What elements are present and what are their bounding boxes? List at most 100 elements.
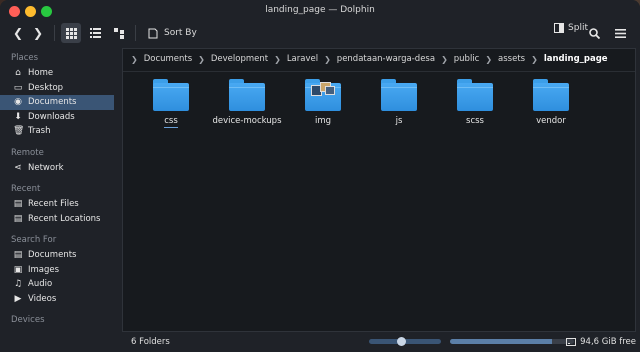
split-view-icon xyxy=(554,23,565,33)
file-view[interactable]: ❯ Documents ❯ Development ❯ Laravel ❯ pe… xyxy=(122,48,636,332)
sidebar-item-label: Documents xyxy=(28,97,77,108)
sidebar-item-label: Trash xyxy=(28,126,51,137)
back-button[interactable]: ❮ xyxy=(8,23,28,43)
sidebar-item-label: Downloads xyxy=(28,111,75,122)
folder-icon xyxy=(229,79,265,111)
folder-icon xyxy=(533,79,569,111)
toolbar: ❮ ❯ Sort By Split xyxy=(0,20,640,46)
folder-item-scss[interactable]: scss xyxy=(440,79,510,126)
sidebar-item-label: Videos xyxy=(28,293,57,304)
folder-name: vendor xyxy=(536,116,566,126)
sort-by-button[interactable]: Sort By xyxy=(148,28,197,39)
sidebar-item-label: Audio xyxy=(28,279,53,290)
breadcrumb-separator-icon: ❯ xyxy=(485,54,493,64)
breadcrumb-item[interactable]: Laravel xyxy=(287,54,318,64)
zoom-slider-handle[interactable] xyxy=(397,337,407,346)
sidebar-item-documents[interactable]: ◉ Documents xyxy=(0,95,114,110)
search-button[interactable] xyxy=(584,23,604,43)
folder-item-vendor[interactable]: vendor xyxy=(516,79,586,126)
dolphin-window: landing_page — Dolphin ❮ ❯ Sort By Split xyxy=(0,0,640,352)
devices-section-title: Devices xyxy=(11,315,45,325)
breadcrumb-separator-icon: ❯ xyxy=(131,54,138,64)
window-controls xyxy=(9,6,52,17)
hamburger-menu-icon xyxy=(614,28,626,38)
sidebar-item-label: Recent Locations xyxy=(28,213,101,224)
home-icon: ⌂ xyxy=(15,68,21,79)
sidebar-item-label: Documents xyxy=(28,250,77,261)
grid-view-icon xyxy=(65,27,77,39)
downloads-icon: ⬇ xyxy=(14,111,22,122)
breadcrumb-separator-icon: ❯ xyxy=(274,54,281,64)
folder-name: js xyxy=(395,116,403,126)
videos-icon: ▶ xyxy=(14,293,22,304)
folder-name: img xyxy=(314,116,332,126)
places-section-title: Places xyxy=(11,53,39,63)
search-documents-icon: ▤ xyxy=(13,250,23,261)
sort-icon xyxy=(148,28,158,38)
breadcrumb-item[interactable]: assets xyxy=(498,54,525,64)
split-button[interactable]: Split xyxy=(554,23,588,33)
breadcrumb-separator-icon: ❯ xyxy=(198,54,205,64)
sidebar-item-label: Network xyxy=(28,162,64,173)
folder-item-css[interactable]: css xyxy=(136,79,206,128)
sidebar-item-home[interactable]: ⌂ Home xyxy=(0,66,118,81)
zoom-slider[interactable] xyxy=(369,337,441,346)
sidebar-item-audio[interactable]: ♫ Audio xyxy=(0,277,118,292)
breadcrumb-item[interactable]: pendataan-warga-desa xyxy=(337,54,435,64)
search-icon xyxy=(588,27,600,39)
sidebar-item-recent-files[interactable]: ▤ Recent Files xyxy=(0,197,118,212)
sidebar-item-trash[interactable]: 🗑 Trash xyxy=(0,124,118,139)
sidebar-item-search-documents[interactable]: ▤ Documents xyxy=(0,248,118,263)
maximize-button[interactable] xyxy=(41,6,52,17)
tree-view-icon xyxy=(113,27,124,39)
sidebar-item-desktop[interactable]: ▭ Desktop xyxy=(0,81,118,96)
folder-item-js[interactable]: js xyxy=(364,79,434,126)
list-view-icon xyxy=(89,28,101,38)
close-button[interactable] xyxy=(9,6,20,17)
minimize-button[interactable] xyxy=(25,6,36,17)
folder-icon xyxy=(153,79,189,111)
breadcrumb-item[interactable]: Development xyxy=(211,54,268,64)
icons-view-button[interactable] xyxy=(61,23,81,43)
item-count: 6 Folders xyxy=(131,337,170,347)
recent-files-icon: ▤ xyxy=(13,199,23,210)
sort-by-label: Sort By xyxy=(164,28,197,38)
sidebar-item-network[interactable]: ⋖ Network xyxy=(0,161,118,176)
sidebar-item-images[interactable]: ▣ Images xyxy=(0,263,118,278)
back-icon: ❮ xyxy=(12,26,24,40)
breadcrumb-item[interactable]: public xyxy=(454,54,480,64)
recent-section-title: Recent xyxy=(11,184,41,194)
folder-item-device-mockups[interactable]: device-mockups xyxy=(212,79,282,126)
breadcrumb-current[interactable]: landing_page xyxy=(544,54,608,64)
sidebar-item-label: Recent Files xyxy=(28,199,79,210)
tree-view-button[interactable] xyxy=(109,23,129,43)
desktop-icon: ▭ xyxy=(13,82,23,93)
breadcrumb-item[interactable]: Documents xyxy=(144,54,192,64)
sidebar-item-label: Images xyxy=(28,264,60,275)
disk-space-fill xyxy=(450,339,552,344)
toolbar-separator xyxy=(54,25,55,41)
folder-name: scss xyxy=(466,116,484,126)
sidebar-item-downloads[interactable]: ⬇ Downloads xyxy=(0,110,118,125)
toolbar-separator xyxy=(135,25,136,41)
sidebar-item-videos[interactable]: ▶ Videos xyxy=(0,292,118,307)
details-view-button[interactable] xyxy=(85,23,105,43)
window-title: landing_page — Dolphin xyxy=(265,5,375,15)
folder-item-img[interactable]: img xyxy=(288,79,358,126)
breadcrumb-separator-icon: ❯ xyxy=(441,54,448,64)
status-bar: 6 Folders 94,6 GiB free xyxy=(122,332,640,352)
forward-button[interactable]: ❯ xyxy=(28,23,48,43)
forward-icon: ❯ xyxy=(32,26,44,40)
folder-name: css xyxy=(164,116,178,128)
titlebar: landing_page — Dolphin xyxy=(0,0,640,20)
audio-icon: ♫ xyxy=(13,279,23,290)
menu-button[interactable] xyxy=(610,23,630,43)
folder-name: device-mockups xyxy=(212,116,282,126)
breadcrumb: ❯ Documents ❯ Development ❯ Laravel ❯ pe… xyxy=(131,52,608,66)
places-panel: Places ⌂ Home ▭ Desktop ◉ Documents ⬇ Downlo… xyxy=(0,48,118,352)
trash-icon: 🗑 xyxy=(13,126,25,137)
folder-icon xyxy=(381,79,417,111)
free-space-label: 94,6 GiB free xyxy=(580,337,636,347)
sidebar-item-recent-locations[interactable]: ▤ Recent Locations xyxy=(0,212,118,227)
image-thumbnails xyxy=(311,81,335,97)
